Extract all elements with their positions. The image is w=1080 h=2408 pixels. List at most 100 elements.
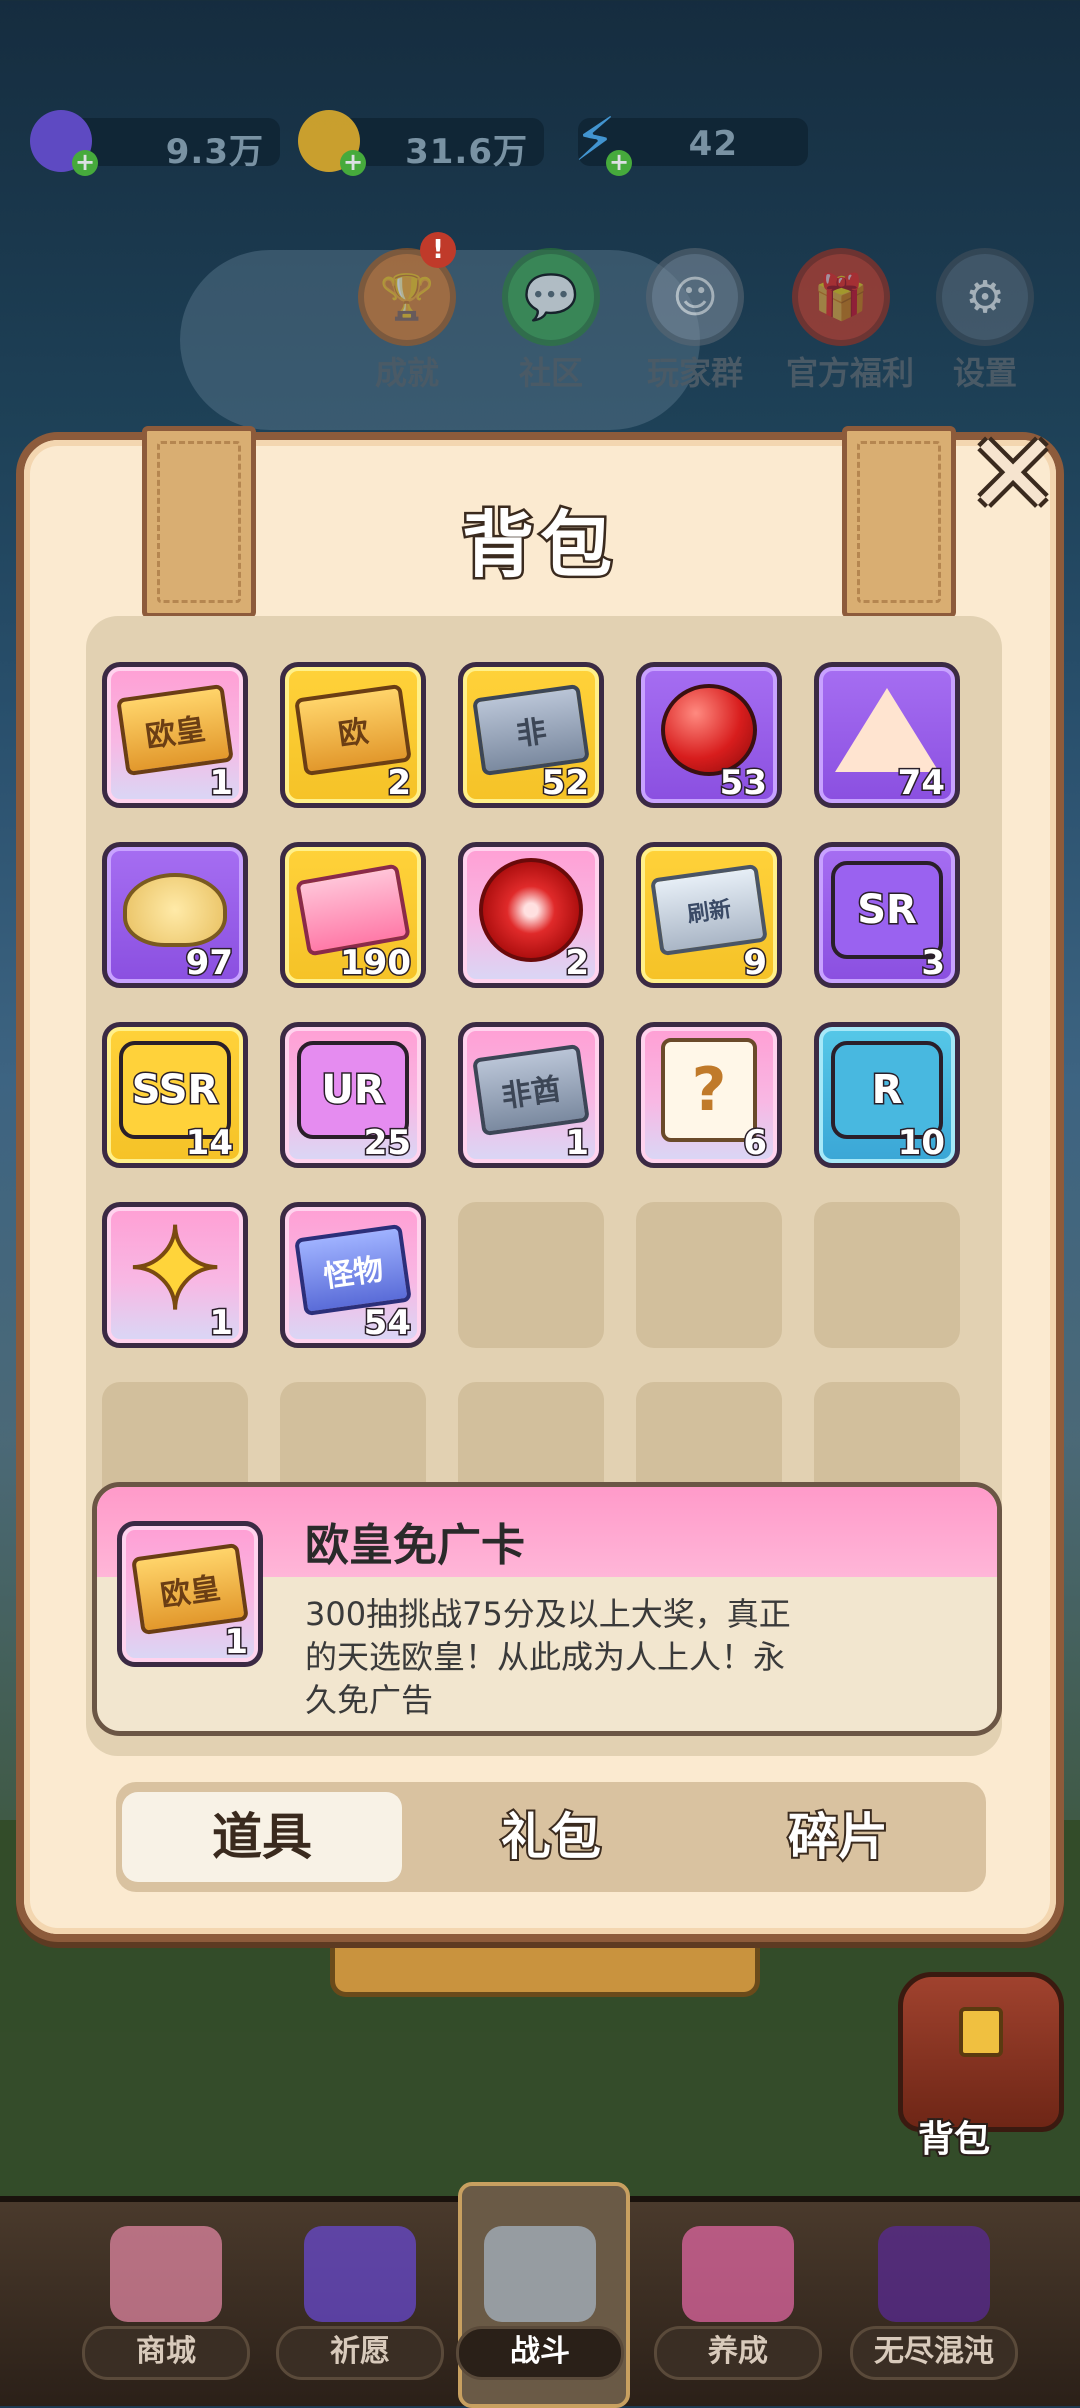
tab-fragments[interactable]: 碎片 [698, 1792, 978, 1882]
inventory-tabs: 道具 礼包 碎片 [116, 1782, 986, 1892]
nav-shop[interactable]: 商城 [68, 2226, 264, 2386]
backpack-label: 背包 [916, 2117, 992, 2162]
refresh-card-graphic: 刷新 [650, 863, 768, 956]
apple-icon [661, 683, 757, 776]
nav-crossed-swords[interactable]: 战斗 [442, 2226, 638, 2386]
inventory-item-apple[interactable]: 53 [636, 662, 782, 808]
gem-count: 9.3万 [165, 132, 264, 172]
inventory-item-ou-card[interactable]: 欧2 [280, 662, 426, 808]
item-count: 1 [223, 1621, 250, 1664]
community-icon: 💬 [502, 248, 600, 346]
resource-energy[interactable]: ⚡ + 42 [574, 110, 808, 176]
nav-paw[interactable]: 养成 [640, 2226, 836, 2386]
gear-icon: ⚙ [936, 248, 1034, 346]
modal-title: 背包 [459, 501, 618, 590]
inventory-item-refresh-card[interactable]: 刷新 9 [636, 842, 782, 988]
item-count: 6 [742, 1122, 769, 1165]
menu-community[interactable]: 💬 社区 [496, 248, 606, 394]
chips-icon [123, 872, 227, 947]
description-title: 欧皇免广卡 [305, 1520, 525, 1571]
feiqiu-card-graphic: 非酋 [472, 1043, 590, 1136]
item-count: 1 [208, 1302, 235, 1345]
item-count: 9 [742, 942, 769, 985]
menu-label: 成就 [374, 354, 439, 392]
nav-label: 战斗 [456, 2326, 624, 2380]
resource-coins[interactable]: + 31.6万 [298, 110, 544, 176]
paw-icon [682, 2226, 794, 2322]
close-icon[interactable]: ✕ [966, 419, 1060, 531]
ticket-icon: 非 [472, 683, 590, 776]
pink-ticket-icon [295, 863, 411, 956]
inventory-item-mystery-scroll[interactable]: ? 6 [636, 1022, 782, 1168]
menu-label: 设置 [952, 354, 1017, 392]
monster-ticket-graphic: 怪物 [294, 1223, 412, 1316]
apple-graphic [661, 683, 757, 776]
selected-item-icon: 欧皇 1 [117, 1521, 263, 1667]
inventory-item-chips[interactable]: 97 [102, 842, 248, 988]
item-count: 54 [362, 1302, 412, 1345]
wish-card-icon [304, 2226, 416, 2322]
inventory-item-ouhuang-card[interactable]: 欧皇 1 [102, 662, 248, 808]
nav-label: 养成 [654, 2326, 822, 2380]
gem-icon: + [30, 110, 98, 176]
nav-wish-card[interactable]: 祈愿 [262, 2226, 458, 2386]
item-count: 74 [896, 762, 946, 805]
inventory-item-ssr-fragment[interactable]: SSR 14 [102, 1022, 248, 1168]
tab-gift-packs[interactable]: 礼包 [411, 1792, 691, 1882]
menu-player-group[interactable]: ☺ 玩家群 [640, 248, 750, 394]
refresh-card-icon: 刷新 [650, 863, 768, 956]
item-count: 52 [540, 762, 590, 805]
plus-icon[interactable]: + [340, 150, 366, 176]
menu-achievements[interactable]: 🏆 ! 成就 [352, 232, 462, 394]
inventory-item-star[interactable]: ✦ 1 [102, 1202, 248, 1348]
nav-label: 祈愿 [276, 2326, 444, 2380]
energy-count: 42 [688, 124, 738, 164]
inventory-item-pink-ticket[interactable]: 190 [280, 842, 426, 988]
empty-slot[interactable] [458, 1202, 604, 1348]
ticket-label: 欧皇 [131, 1542, 249, 1635]
inventory-item-ur-fragment[interactable]: UR 25 [280, 1022, 426, 1168]
crossed-swords-icon [484, 2226, 596, 2322]
nav-label: 无尽混沌 [850, 2326, 1018, 2380]
inventory-item-fei-card[interactable]: 非 52 [458, 662, 604, 808]
plus-icon[interactable]: + [72, 150, 98, 176]
menu-settings[interactable]: ⚙ 设置 [930, 248, 1040, 394]
cake-graphic [835, 687, 939, 772]
item-count: 14 [184, 1122, 234, 1165]
ticket-icon: 欧 [294, 683, 412, 776]
ou-card-graphic: 欧 [294, 683, 412, 776]
ticket-icon: 欧皇 [131, 1542, 249, 1635]
backpack-modal: 背包 欧皇 1 欧 2 非 52 53 74 97 190 2 刷新 9 SR 3 SSR 14 UR 25 非酋 1?… [16, 426, 1064, 1942]
fei-card-graphic: 非 [472, 683, 590, 776]
menu-official-benefits[interactable]: 🎁 官方福利 [786, 248, 914, 394]
energy-icon: ⚡ + [564, 110, 632, 176]
nav-vortex[interactable]: 无尽混沌 [836, 2226, 1032, 2386]
ticket-icon: 非酋 [472, 1043, 590, 1136]
nav-label: 商城 [82, 2326, 250, 2380]
item-count: 2 [386, 762, 413, 805]
ticket-icon: 怪物 [294, 1223, 412, 1316]
inventory-item-cake[interactable]: 74 [814, 662, 960, 808]
vortex-icon [878, 2226, 990, 2322]
tab-items[interactable]: 道具 [122, 1792, 402, 1882]
backpack-icon[interactable] [898, 1972, 1064, 2132]
notification-badge: ! [420, 232, 456, 268]
inventory-item-sr-fragment[interactable]: SR 3 [814, 842, 960, 988]
description-text: 300抽挑战75分及以上大奖，真正的天选欧皇！从此成为人上人！永久免广告 [305, 1595, 791, 1719]
shop-icon [110, 2226, 222, 2322]
inventory-item-flower[interactable]: 2 [458, 842, 604, 988]
empty-slot[interactable] [814, 1202, 960, 1348]
plus-icon[interactable]: + [606, 150, 632, 176]
coin-icon: + [298, 110, 366, 176]
stage-plank [330, 1940, 760, 1997]
inventory-item-r-fragment[interactable]: R 10 [814, 1022, 960, 1168]
star-icon: ✦ [126, 1212, 224, 1328]
item-count: 1 [208, 762, 235, 805]
empty-slot[interactable] [636, 1202, 782, 1348]
menu-label: 社区 [518, 354, 583, 392]
cake-icon [835, 687, 939, 772]
gift-icon: 🎁 [792, 248, 890, 346]
resource-gems[interactable]: + 9.3万 [30, 110, 280, 176]
inventory-item-feiqiu-card[interactable]: 非酋 1 [458, 1022, 604, 1168]
inventory-item-monster-ticket[interactable]: 怪物 54 [280, 1202, 426, 1348]
